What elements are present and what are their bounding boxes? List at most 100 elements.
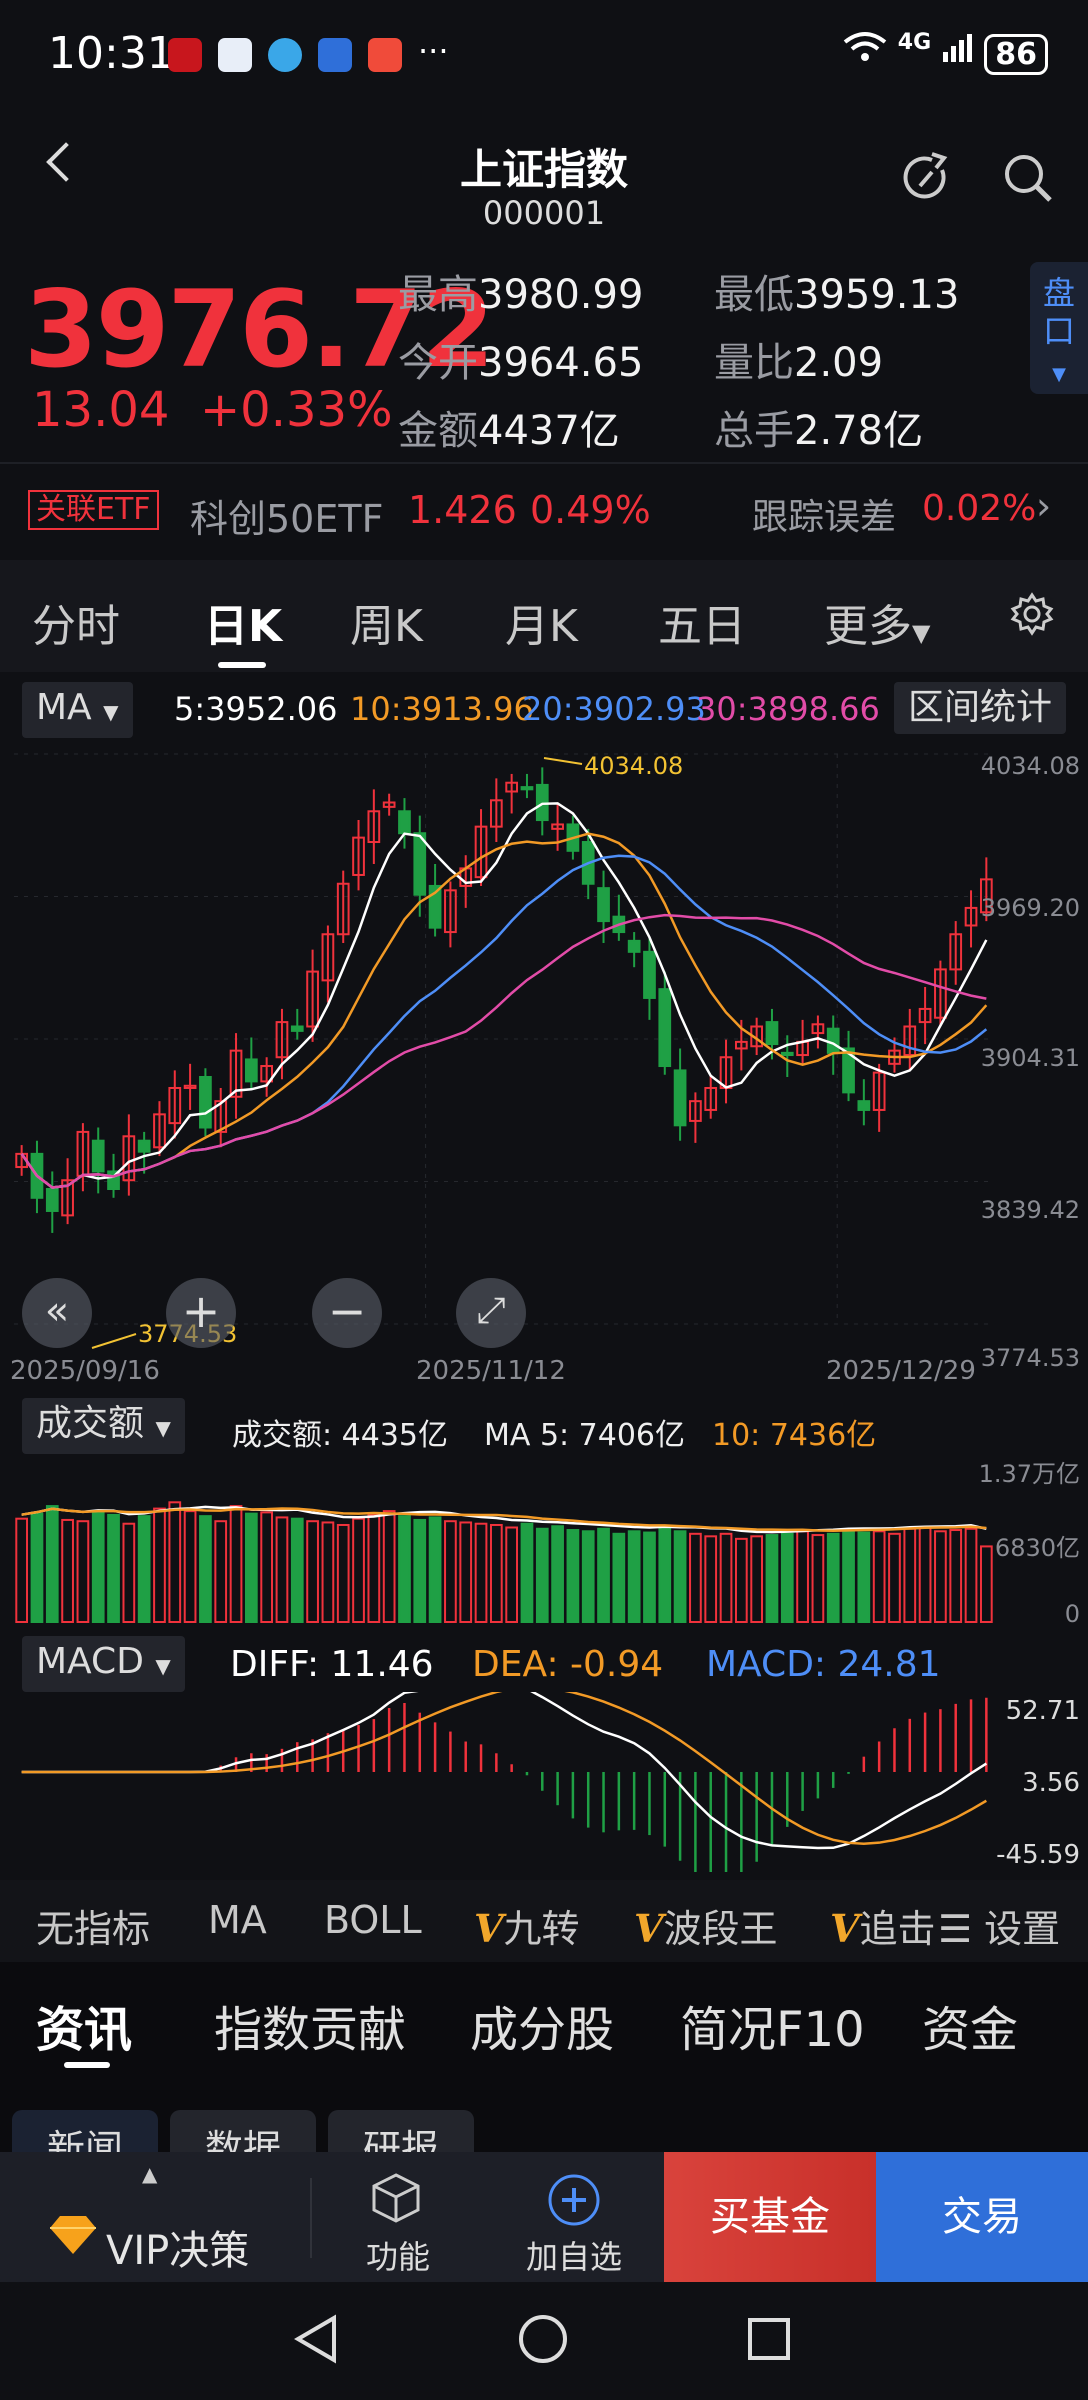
macd-chart[interactable]: 52.71 3.56 -45.59	[0, 1681, 1088, 1882]
plus-circle-icon	[546, 2172, 602, 2236]
related-etf-row[interactable]: 关联ETF 科创50ETF 1.426 0.49% 跟踪误差 0.02% ›	[0, 462, 1088, 552]
volume-svg	[15, 1501, 993, 1624]
settings-gear-icon[interactable]	[1010, 592, 1054, 640]
volume-bar	[260, 1511, 274, 1624]
volume-bar	[581, 1530, 595, 1623]
status-right: 4G 86	[842, 30, 1048, 75]
ma10-line	[20, 832, 988, 1189]
candle-body	[290, 1025, 304, 1032]
tab-f10[interactable]: 简况F10	[680, 1990, 865, 2060]
tab-more[interactable]: 更多▼	[824, 590, 930, 654]
nav-home-icon[interactable]	[516, 2312, 570, 2370]
volume-bar	[612, 1532, 626, 1623]
tab-monthly-k[interactable]: 月K	[505, 590, 578, 654]
y-tick-label: -45.59	[996, 1840, 1080, 1870]
volume-ma5: MA 5: 7406亿	[484, 1418, 686, 1453]
quote-hands: 总手2.78亿	[714, 398, 923, 456]
volume-bar	[459, 1521, 473, 1623]
quote-low: 最低3959.13	[714, 262, 959, 320]
low-label: 最低	[714, 272, 794, 318]
volume-bar	[214, 1520, 228, 1623]
candle-body	[597, 887, 610, 923]
zoom-in-icon[interactable]: +	[166, 1278, 236, 1348]
ma-selector[interactable]: MA ▼	[22, 682, 133, 738]
wifi-icon	[842, 32, 898, 72]
volume-selector[interactable]: 成交额 ▼	[22, 1398, 185, 1454]
function-button[interactable]: 功能	[312, 2152, 484, 2282]
volume-bar	[137, 1515, 151, 1623]
tab-daily-k[interactable]: 日K	[204, 590, 282, 654]
status-bar: 10:31 ··· 4G 86	[0, 0, 1088, 110]
indicator-jiuzhuan[interactable]: V九转	[474, 1898, 580, 1953]
tab-more-label: 更多	[824, 601, 912, 652]
change-value: 13.04	[32, 382, 170, 438]
volume-bar	[964, 1527, 978, 1623]
tab-intraday[interactable]: 分时	[32, 590, 120, 654]
indicator-boduanwang-label: 波段王	[663, 1907, 778, 1951]
buy-fund-button[interactable]: 买基金	[664, 2152, 876, 2282]
tab-weekly-k[interactable]: 周K	[350, 590, 423, 654]
indicator-ma[interactable]: MA	[208, 1898, 267, 1942]
volume-bar	[796, 1530, 809, 1623]
x-tick-label: 2025/11/12	[416, 1356, 566, 1386]
tab-five-day[interactable]: 五日	[658, 590, 746, 654]
indicator-boll[interactable]: BOLL	[324, 1898, 422, 1942]
tab-news[interactable]: 资讯	[36, 1990, 132, 2060]
open-label: 今开	[398, 340, 478, 386]
volume-bar	[306, 1520, 319, 1623]
add-watchlist-button[interactable]: 加自选	[484, 2152, 664, 2282]
indicator-boduanwang[interactable]: V波段王	[634, 1898, 778, 1953]
macd-selector[interactable]: MACD ▼	[22, 1636, 185, 1692]
x-tick-label: 2025/12/29	[826, 1356, 976, 1386]
indicator-none[interactable]: 无指标	[36, 1898, 150, 1953]
volume-chart[interactable]: 1.37万亿 6830亿 0	[0, 1454, 1088, 1630]
nav-back-icon[interactable]	[290, 2312, 344, 2370]
scroll-left-icon[interactable]: «	[22, 1278, 92, 1348]
ma-legend-row: MA ▼ 5:3952.06 10:3913.96 20:3902.93 30:…	[0, 678, 1088, 742]
y-tick-label: 6830亿	[994, 1534, 1080, 1562]
volume-bar	[321, 1521, 335, 1623]
active-tab-indicator	[64, 2062, 110, 2068]
pankou-button[interactable]: 盘口 ▼	[1030, 262, 1088, 394]
zoom-out-icon[interactable]: −	[312, 1278, 382, 1348]
quote-high: 最高3980.99	[398, 262, 643, 320]
volume-bar	[658, 1526, 672, 1623]
quote-amount: 金额4437亿	[398, 398, 620, 456]
indicator-zhuiji[interactable]: V追击	[830, 1898, 940, 1953]
macd-selector-label: MACD	[36, 1641, 144, 1682]
y-tick-label: 3904.31	[980, 1044, 1080, 1072]
volume-bar	[842, 1529, 855, 1623]
open-value: 3964.65	[478, 340, 644, 386]
candle-body	[658, 988, 672, 1068]
y-tick-label: 0	[1064, 1600, 1080, 1628]
volume-bar	[290, 1517, 304, 1623]
diff-line	[21, 1681, 988, 1850]
candle-body	[857, 1100, 871, 1111]
quote-volratio: 量比2.09	[714, 330, 883, 388]
ma5-line	[20, 802, 988, 1189]
tab-constituents[interactable]: 成分股	[470, 1990, 614, 2060]
nav-recents-icon[interactable]	[742, 2312, 796, 2370]
tab-index-contribution[interactable]: 指数贡献	[214, 1990, 406, 2060]
tracking-error-value: 0.02%	[922, 488, 1037, 529]
max-price-label: 4034.08	[584, 752, 684, 780]
search-icon[interactable]	[1000, 150, 1056, 210]
range-stats-button[interactable]: 区间统计	[894, 682, 1067, 734]
tab-funds[interactable]: 资金	[922, 1990, 1018, 2060]
tracking-error-label: 跟踪误差	[752, 497, 897, 538]
fullscreen-icon[interactable]: ⤢	[456, 1278, 526, 1348]
volume-bar	[979, 1545, 993, 1623]
volume-bar	[30, 1512, 44, 1623]
vip-label: VIP决策	[106, 2228, 250, 2274]
macd-svg	[21, 1681, 988, 1882]
volume-bar	[780, 1532, 794, 1623]
candlestick-chart[interactable]: 4034.08 3969.20 3904.31 3839.42 3774.53 …	[0, 744, 1088, 1386]
refresh-icon[interactable]	[898, 150, 954, 210]
indicator-settings[interactable]: ☰ 设置	[936, 1898, 1061, 1953]
diamond-icon	[48, 2214, 98, 2264]
trade-button[interactable]: 交易	[876, 2152, 1088, 2282]
volratio-label: 量比	[714, 340, 794, 386]
vip-decision-button[interactable]: ▲ VIP决策	[0, 2152, 310, 2282]
hands-label: 总手	[714, 408, 794, 454]
candle-body	[520, 786, 534, 791]
